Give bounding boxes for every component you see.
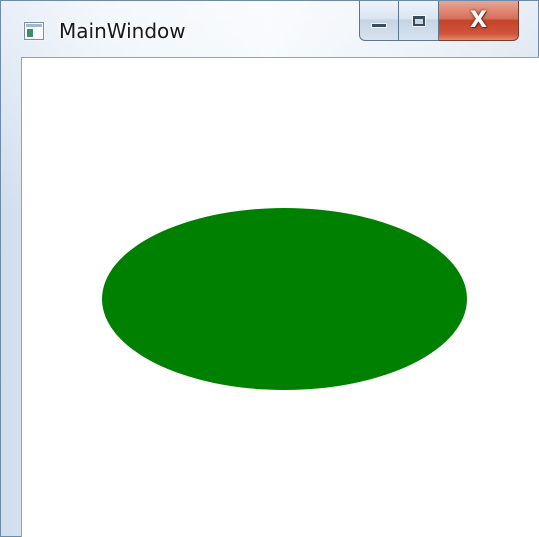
screen: MainWindow X: [0, 0, 539, 537]
window-icon-titlebar: [26, 24, 42, 27]
window-title: MainWindow: [59, 19, 186, 43]
maximize-button[interactable]: [399, 1, 439, 41]
caption-buttons: X: [359, 1, 535, 41]
close-button[interactable]: X: [439, 1, 519, 41]
title-bar[interactable]: MainWindow X: [1, 1, 539, 57]
wpf-window-icon[interactable]: [24, 22, 44, 40]
client-area: [21, 57, 539, 537]
main-window: MainWindow X: [0, 0, 539, 537]
maximize-icon: [412, 15, 425, 26]
window-icon-panel: [27, 29, 33, 37]
minimize-icon: [372, 24, 386, 27]
close-icon: X: [470, 7, 487, 33]
green-ellipse: [102, 208, 467, 390]
minimize-button[interactable]: [359, 1, 399, 41]
